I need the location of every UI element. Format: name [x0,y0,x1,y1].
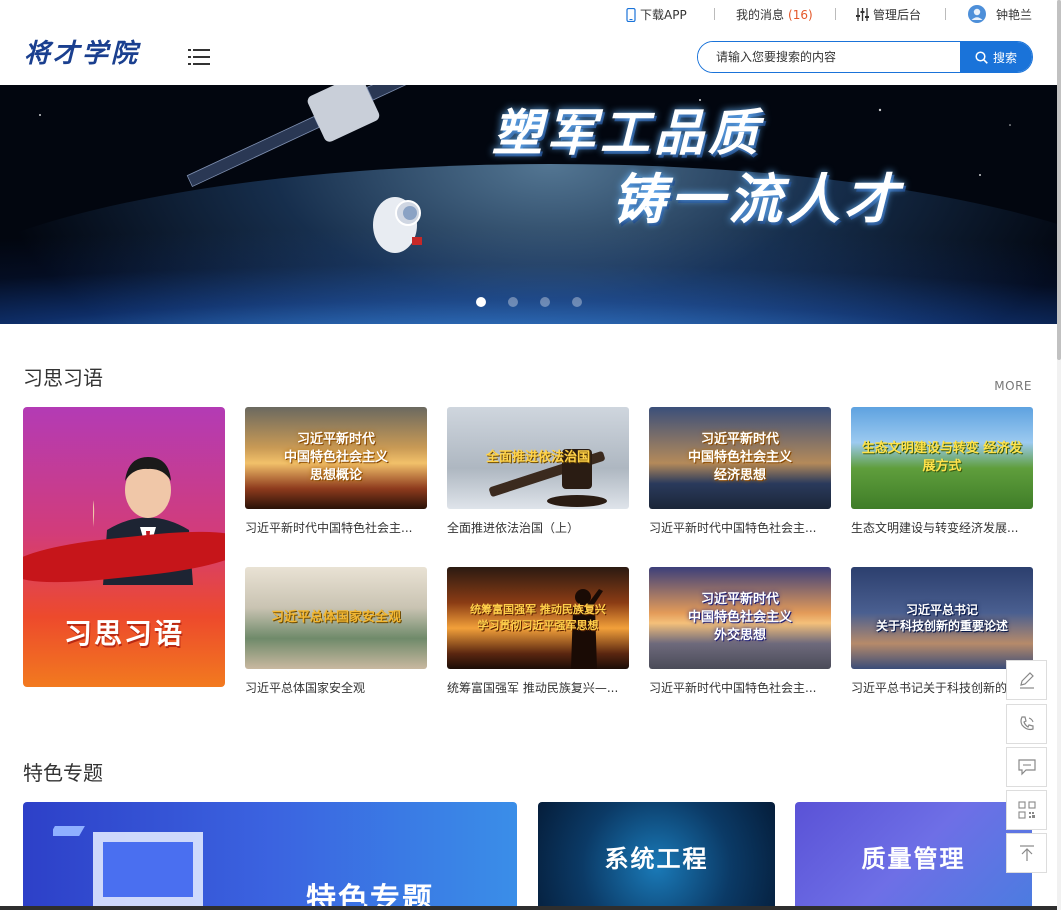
search-input[interactable] [698,42,960,72]
phone-button[interactable] [1006,704,1047,744]
course-card[interactable]: 生态文明建设与转变 经济发展方式 生态文明建设与转变经济发展... [851,407,1033,536]
edit-button[interactable] [1006,660,1047,700]
section-title-topics: 特色专题 [23,761,103,785]
sliders-icon [856,8,869,21]
thumbnail-title: 习近平新时代 中国特色社会主义 外交思想 [687,592,792,643]
search-button[interactable]: 搜索 [960,42,1032,72]
divider [835,8,836,20]
chat-icon [1017,759,1036,776]
back-to-top-icon [1019,845,1034,861]
page-scrollbar[interactable] [1057,0,1061,910]
user-menu[interactable]: 钟艳兰 [968,5,1032,23]
satellite-icon [186,85,528,188]
course-caption: 统筹富国强军 推动民族复兴—... [447,681,619,695]
feature-card-xisi[interactable]: 习思习语 [23,407,225,687]
back-to-top-button[interactable] [1006,833,1047,873]
course-caption: 习近平总书记关于科技创新的 [851,681,1008,695]
course-caption: 习近平总体国家安全观 [245,681,366,695]
phone-app-icon [626,7,636,22]
admin-label: 管理后台 [873,8,922,22]
search-icon [975,50,988,64]
qrcode-button[interactable] [1006,790,1047,830]
download-app-label: 下载APP [640,8,687,22]
course-thumbnail: 全面推进依法治国 [447,407,629,509]
course-card[interactable]: 习近平新时代 中国特色社会主义 思想概论 习近平新时代中国特色社会主... [245,407,427,536]
course-thumbnail: 习近平新时代 中国特色社会主义 外交思想 [649,567,831,669]
section-title-xisi: 习思习语 [23,366,103,390]
messages-count: (16) [788,7,813,22]
thumbnail-title: 生态文明建设与转变 经济发展方式 [861,441,1023,474]
banner-title-line2: 铸一流人才 [612,168,902,231]
chat-button[interactable] [1006,747,1047,787]
course-card[interactable]: 习近平新时代 中国特色社会主义 外交思想 习近平新时代中国特色社会主... [649,567,831,696]
qrcode-icon [1017,801,1036,819]
thumbnail-title: 统筹富国强军 推动民族复兴 学习贯彻习近平强军思想 [470,603,606,632]
carousel-dot[interactable] [476,297,486,307]
topic-card[interactable]: 特色专题 [23,802,517,910]
computer-illustration [53,826,203,907]
topic-label: 特色专题 [306,882,434,910]
thumbnail-title: 习近平总体国家安全观 [270,610,401,625]
topic-card[interactable]: 系统工程 [538,802,775,910]
messages-label: 我的消息 [736,8,785,22]
course-caption: 生态文明建设与转变经济发展... [851,521,1019,535]
thumbnail-title: 习近平新时代 中国特色社会主义 经济思想 [687,432,792,483]
download-app-link[interactable]: 下载APP [626,6,687,23]
topic-label: 系统工程 [604,844,709,873]
course-card[interactable]: 习近平新时代 中国特色社会主义 经济思想 习近平新时代中国特色社会主... [649,407,831,536]
topic-card[interactable]: 质量管理 [795,802,1032,910]
menu-icon[interactable] [188,48,210,66]
phone-icon [1019,716,1034,731]
divider [945,8,946,20]
course-thumbnail: 统筹富国强军 推动民族复兴 学习贯彻习近平强军思想 [447,567,629,669]
divider [714,8,715,20]
bottom-edge [0,906,1057,910]
astronaut-icon [373,197,422,253]
topic-label: 质量管理 [861,844,966,873]
thumbnail-title: 习近平新时代 中国特色社会主义 思想概论 [283,432,388,483]
gavel-icon [489,449,607,507]
course-thumbnail: 生态文明建设与转变 经济发展方式 [851,407,1033,509]
more-link-xisi[interactable]: MORE [994,379,1032,393]
my-messages-link[interactable]: 我的消息 (16) [736,6,813,23]
carousel-dot[interactable] [572,297,582,307]
course-thumbnail: 习近平总体国家安全观 [245,567,427,669]
user-name: 钟艳兰 [996,7,1033,22]
search-bar: 搜索 [697,41,1033,73]
search-button-label: 搜索 [992,50,1017,65]
carousel-dots [476,297,582,307]
course-thumbnail: 习近平总书记 关于科技创新的重要论述 [851,567,1033,669]
course-card[interactable]: 统筹富国强军 推动民族复兴 学习贯彻习近平强军思想 统筹富国强军 推动民族复兴—… [447,567,629,696]
top-bar: 下载APP 我的消息 (16) 管理后台 钟艳兰 [0,0,1061,30]
course-caption: 习近平新时代中国特色社会主... [649,681,817,695]
carousel-dot[interactable] [508,297,518,307]
scrollbar-thumb[interactable] [1057,0,1061,360]
admin-link[interactable]: 管理后台 [856,6,921,23]
site-logo[interactable]: 将才学院 [24,33,140,70]
course-caption: 习近平新时代中国特色社会主... [649,521,817,535]
avatar [968,5,986,23]
course-thumbnail: 习近平新时代 中国特色社会主义 思想概论 [245,407,427,509]
thumbnail-title: 全面推进依法治国 [485,450,590,465]
course-thumbnail: 习近平新时代 中国特色社会主义 经济思想 [649,407,831,509]
hero-banner[interactable]: 塑军工品质 铸一流人才 [0,85,1057,324]
feature-card-label: 习思习语 [63,617,184,650]
course-caption: 全面推进依法治国（上） [447,521,580,535]
edit-icon [1019,672,1034,689]
carousel-dot[interactable] [540,297,550,307]
course-card[interactable]: 习近平总体国家安全观 习近平总体国家安全观 [245,567,427,696]
thumbnail-title: 习近平总书记 关于科技创新的重要论述 [875,603,1008,633]
course-card[interactable]: 全面推进依法治国 全面推进依法治国（上） [447,407,629,536]
course-caption: 习近平新时代中国特色社会主... [245,521,413,535]
